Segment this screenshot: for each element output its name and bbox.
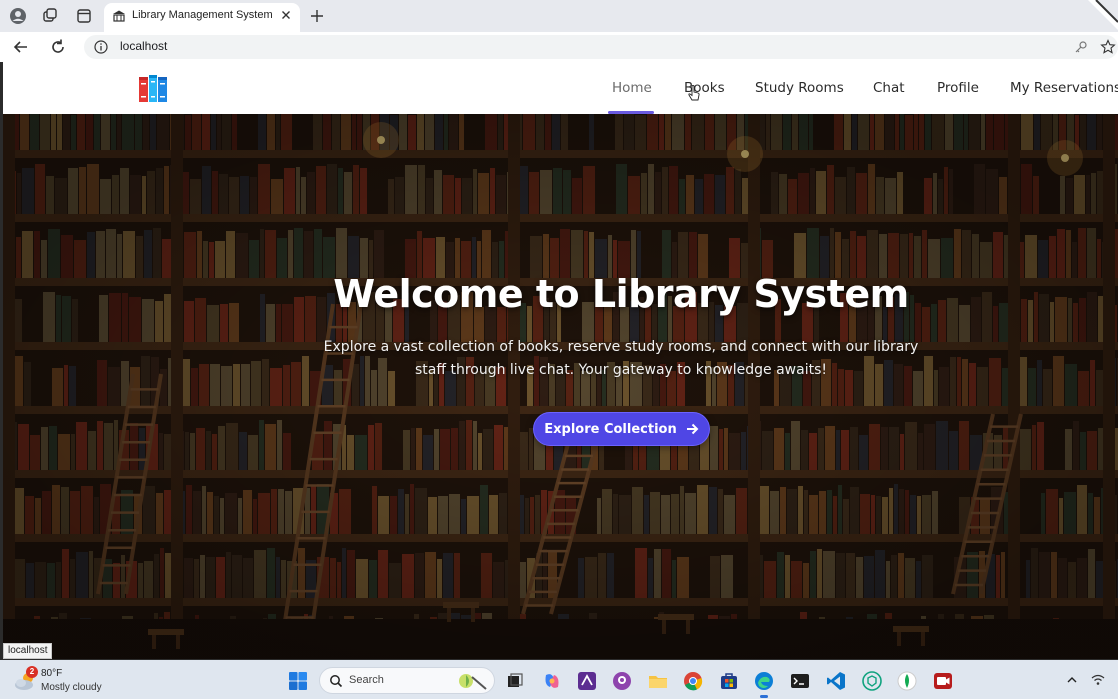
chrome-icon[interactable] bbox=[683, 671, 703, 691]
hero-subtitle-line-1: Explore a vast collection of books, rese… bbox=[323, 339, 919, 355]
chatgpt-icon[interactable] bbox=[862, 671, 882, 691]
vscode-icon[interactable] bbox=[826, 671, 846, 691]
chevron-up-icon[interactable] bbox=[1066, 674, 1078, 686]
address-bar[interactable]: localhost bbox=[84, 35, 1118, 59]
tab-library-management[interactable]: Library Management System bbox=[104, 3, 300, 32]
screen-recorder-icon[interactable] bbox=[933, 671, 953, 691]
url-text: localhost bbox=[120, 39, 168, 53]
nav-my-reservations[interactable]: My Reservations bbox=[1010, 80, 1118, 96]
search-highlight-art-icon bbox=[459, 674, 487, 690]
nav-home[interactable]: Home bbox=[612, 80, 652, 96]
search-label: Search bbox=[349, 674, 384, 686]
link-status-tooltip: localhost bbox=[3, 643, 53, 659]
edge-active-indicator bbox=[760, 695, 768, 698]
profile-icon[interactable] bbox=[8, 6, 28, 26]
tab-actions-icon[interactable] bbox=[74, 6, 94, 26]
site-info-icon[interactable] bbox=[94, 40, 108, 54]
weather-description: Mostly cloudy bbox=[41, 682, 102, 693]
edge-icon[interactable] bbox=[754, 671, 774, 691]
mongodb-compass-icon[interactable] bbox=[897, 671, 917, 691]
explore-collection-button[interactable]: Explore Collection bbox=[533, 412, 710, 446]
hero-overlay bbox=[3, 114, 1118, 659]
workspaces-icon[interactable] bbox=[40, 6, 60, 26]
nav-links: Home Books Study Rooms Chat Profile My R… bbox=[3, 62, 1118, 114]
hero-subtitle: Explore a vast collection of books, rese… bbox=[303, 336, 939, 382]
library-favicon-icon bbox=[113, 10, 125, 22]
windows-start-icon[interactable] bbox=[288, 671, 308, 691]
weather-badge: 2 bbox=[26, 666, 38, 678]
hero-subtitle-line-2: staff through live chat. Your gateway to… bbox=[415, 362, 827, 378]
search-icon bbox=[330, 675, 343, 688]
hero-section: Welcome to Library System Explore a vast… bbox=[3, 114, 1118, 659]
terminal-icon[interactable] bbox=[790, 671, 810, 691]
github-desktop-icon[interactable] bbox=[612, 671, 632, 691]
nav-study-rooms[interactable]: Study Rooms bbox=[755, 80, 844, 96]
site-navbar: Home Books Study Rooms Chat Profile My R… bbox=[3, 62, 1118, 114]
weather-temperature: 80°F bbox=[41, 668, 63, 679]
tab-title: Library Management System bbox=[132, 9, 273, 21]
reload-icon[interactable] bbox=[49, 38, 67, 56]
window-corner-icon bbox=[1088, 0, 1118, 30]
close-tab-icon[interactable] bbox=[278, 7, 294, 23]
hand-cursor-icon bbox=[688, 85, 700, 101]
back-arrow-icon[interactable] bbox=[12, 38, 30, 56]
weather-widget[interactable]: 2 80°F Mostly cloudy bbox=[14, 666, 124, 694]
microsoft-store-icon[interactable] bbox=[719, 671, 739, 691]
new-tab-icon[interactable] bbox=[308, 7, 326, 25]
copilot-icon[interactable] bbox=[542, 671, 562, 691]
arrow-right-icon bbox=[686, 423, 699, 435]
nav-chat[interactable]: Chat bbox=[873, 80, 905, 96]
password-key-icon[interactable] bbox=[1074, 40, 1088, 54]
taskbar-search[interactable]: Search bbox=[319, 667, 495, 694]
file-explorer-icon[interactable] bbox=[648, 671, 668, 691]
network-icon[interactable] bbox=[1090, 672, 1106, 688]
hero-title: Welcome to Library System bbox=[333, 272, 909, 316]
browser-tab-bar: Library Management System bbox=[0, 0, 1118, 32]
nav-profile[interactable]: Profile bbox=[937, 80, 979, 96]
task-view-icon[interactable] bbox=[505, 671, 525, 691]
active-nav-underline bbox=[608, 111, 654, 114]
explore-collection-label: Explore Collection bbox=[544, 421, 677, 437]
windows-taskbar: 2 80°F Mostly cloudy Search bbox=[0, 660, 1118, 699]
visual-studio-icon[interactable] bbox=[577, 671, 597, 691]
favorite-star-icon[interactable] bbox=[1100, 39, 1116, 55]
browser-toolbar: localhost bbox=[0, 32, 1118, 62]
page-viewport: Home Books Study Rooms Chat Profile My R… bbox=[3, 62, 1118, 659]
